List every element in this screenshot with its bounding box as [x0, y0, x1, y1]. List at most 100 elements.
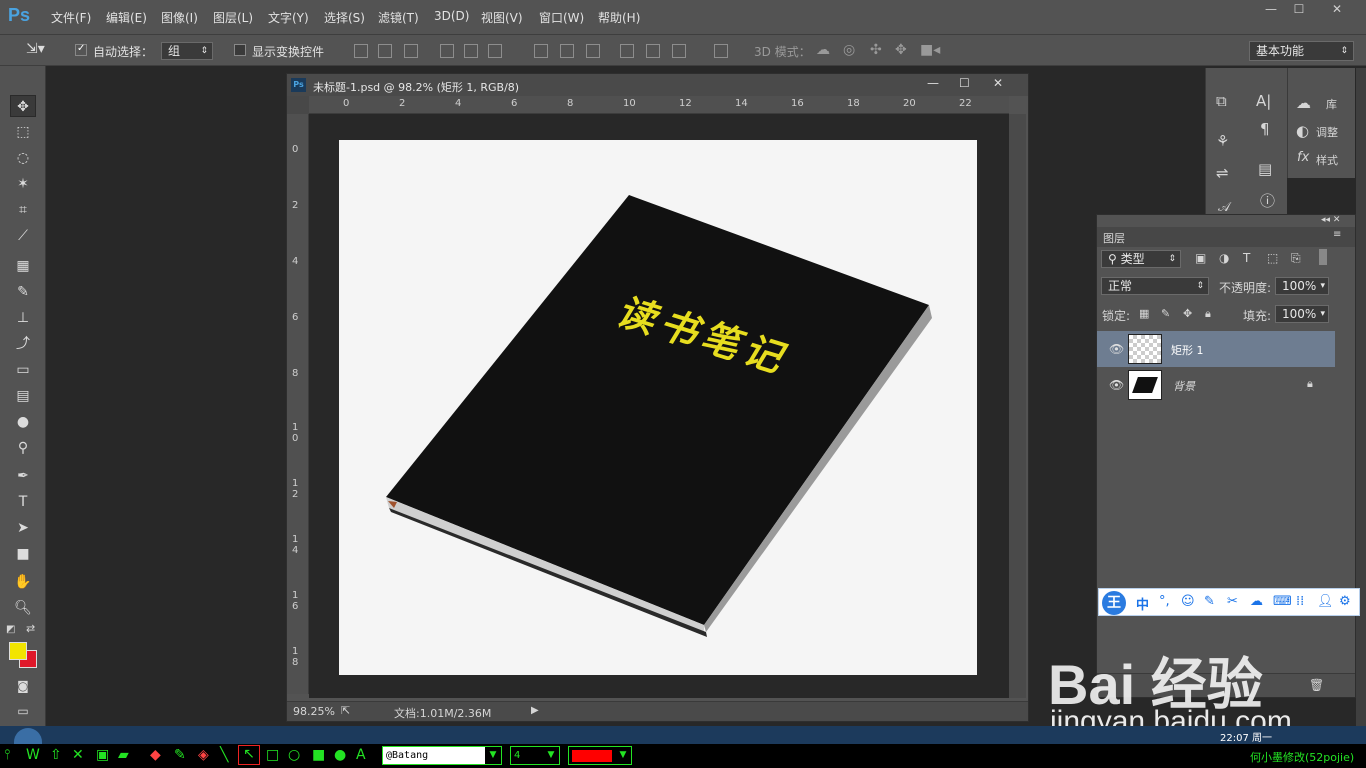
- character-icon[interactable]: A|: [1256, 92, 1271, 110]
- horizontal-ruler[interactable]: 0 2 4 6 8 10 12 14 16 18 20 22: [309, 96, 1009, 114]
- draw-word-icon[interactable]: W: [26, 747, 40, 763]
- glyphs-icon[interactable]: 𝒜: [1218, 200, 1230, 215]
- move-tool-preset-icon[interactable]: ⇲▾: [26, 41, 45, 57]
- doc-close-button[interactable]: ✕: [993, 76, 1003, 90]
- adjustments-label[interactable]: 调整: [1316, 124, 1338, 140]
- crop-tool-icon[interactable]: ⌗: [10, 199, 36, 221]
- doc-maximize-button[interactable]: ☐: [959, 76, 970, 90]
- ime-apps-icon[interactable]: ⁞⁞: [1296, 594, 1304, 609]
- ime-logo[interactable]: 王: [1102, 591, 1126, 615]
- distribute-bottom-icon[interactable]: [586, 44, 600, 58]
- menu-3d[interactable]: 3D(D): [434, 9, 469, 23]
- foreground-color-swatch[interactable]: [9, 642, 27, 660]
- draw-text-icon[interactable]: A: [356, 747, 366, 763]
- 3d-rotate-icon[interactable]: ☁: [816, 42, 830, 58]
- ime-cloud-icon[interactable]: ☁: [1250, 594, 1263, 609]
- history-brush-tool-icon[interactable]: ⤴: [10, 333, 36, 355]
- layer-comps-icon[interactable]: ▤: [1258, 160, 1272, 178]
- filter-toggle[interactable]: [1319, 249, 1327, 265]
- styles-icon[interactable]: fx: [1297, 150, 1309, 165]
- align-vcenter-icon[interactable]: [378, 44, 392, 58]
- distribute-right-icon[interactable]: [672, 44, 686, 58]
- filter-type-icon[interactable]: T: [1243, 251, 1250, 265]
- move-tool-icon[interactable]: ✥: [10, 95, 36, 117]
- ime-handwrite-icon[interactable]: ✎: [1204, 594, 1215, 609]
- ruler-corner[interactable]: [287, 96, 309, 114]
- hand-tool-icon[interactable]: ✋: [10, 571, 36, 593]
- draw-filled-rect-icon[interactable]: ■: [312, 747, 325, 763]
- app-minimize-button[interactable]: —: [1258, 2, 1284, 20]
- library-label[interactable]: 库: [1326, 96, 1337, 112]
- pen-tool-icon[interactable]: ✒: [10, 465, 36, 487]
- default-colors-icon[interactable]: ◩: [6, 624, 15, 635]
- tool-presets-icon[interactable]: ⇌: [1216, 164, 1229, 182]
- ime-keyboard-icon[interactable]: ⌨: [1273, 594, 1292, 609]
- menu-filter[interactable]: 滤镜(T): [378, 9, 419, 26]
- auto-align-icon[interactable]: [714, 44, 728, 58]
- delete-layer-icon[interactable]: 🗑︎: [1309, 678, 1324, 692]
- auto-select-dropdown[interactable]: 组 ⇕: [161, 42, 213, 60]
- layer-row[interactable]: 👁︎ 矩形 1: [1097, 331, 1335, 367]
- draw-open-icon[interactable]: ▰: [118, 747, 129, 763]
- draw-filled-ellipse-icon[interactable]: ●: [334, 747, 346, 763]
- zoom-tool-icon[interactable]: 🔍︎: [10, 597, 36, 619]
- styles-label[interactable]: 样式: [1316, 152, 1338, 168]
- draw-save-icon[interactable]: ▣: [96, 747, 109, 763]
- 3d-slide-icon[interactable]: ✥: [895, 42, 907, 58]
- visibility-eye-icon[interactable]: 👁︎: [1109, 342, 1125, 356]
- status-menu-arrow-icon[interactable]: ▶: [531, 705, 539, 716]
- draw-color-select[interactable]: ▼: [568, 746, 632, 765]
- brush-tool-icon[interactable]: ✎: [10, 281, 36, 303]
- distribute-vcenter-icon[interactable]: [560, 44, 574, 58]
- swap-colors-icon[interactable]: ⇄: [26, 622, 35, 635]
- ime-user-icon[interactable]: 👤︎: [1317, 594, 1334, 609]
- align-bottom-icon[interactable]: [404, 44, 418, 58]
- draw-ellipse-icon[interactable]: ○: [288, 747, 300, 763]
- menu-image[interactable]: 图像(I): [161, 9, 198, 26]
- paragraph-icon[interactable]: ¶: [1260, 120, 1270, 138]
- ime-emoji-icon[interactable]: ☺: [1181, 594, 1195, 609]
- visibility-eye-icon[interactable]: 👁︎: [1109, 378, 1125, 392]
- menu-window[interactable]: 窗口(W): [539, 9, 584, 26]
- distribute-top-icon[interactable]: [534, 44, 548, 58]
- menu-layer[interactable]: 图层(L): [213, 9, 253, 26]
- draw-pen-icon[interactable]: ✎: [174, 747, 186, 763]
- app-maximize-button[interactable]: ☐: [1286, 2, 1312, 20]
- 3d-roll-icon[interactable]: ◎: [843, 42, 855, 58]
- layer-name[interactable]: 矩形 1: [1171, 342, 1204, 358]
- panel-menu-icon[interactable]: ≡: [1333, 229, 1341, 240]
- auto-select-checkbox[interactable]: ✓: [75, 43, 87, 56]
- filter-pixel-icon[interactable]: ▣: [1195, 251, 1206, 265]
- layer-name[interactable]: 背景: [1173, 378, 1195, 394]
- draw-fill-icon[interactable]: ◈: [198, 747, 209, 763]
- menu-view[interactable]: 视图(V): [481, 9, 523, 26]
- marquee-tool-icon[interactable]: ⬚: [10, 121, 36, 143]
- fill-input[interactable]: 100% ▾: [1275, 305, 1329, 323]
- ime-scissors-icon[interactable]: ✂: [1227, 594, 1238, 609]
- 3d-scale-icon[interactable]: ■◂: [920, 42, 940, 58]
- align-top-icon[interactable]: [354, 44, 368, 58]
- draw-up-icon[interactable]: ⇧: [50, 747, 62, 763]
- layer-row[interactable]: 👁︎ 背景 🔒︎: [1097, 367, 1335, 403]
- distribute-left-icon[interactable]: [620, 44, 634, 58]
- doc-minimize-button[interactable]: —: [927, 76, 939, 90]
- history-icon[interactable]: ⧉: [1216, 92, 1227, 110]
- canvas[interactable]: 读书笔记: [339, 140, 977, 675]
- align-hcenter-icon[interactable]: [464, 44, 478, 58]
- draw-rect-icon[interactable]: □: [266, 747, 279, 763]
- screen-mode-icon[interactable]: ▭: [10, 700, 36, 722]
- vertical-ruler[interactable]: 0 2 4 6 8 10 12 14 16 18: [287, 114, 309, 694]
- lock-all-icon[interactable]: 🔒︎: [1205, 307, 1211, 321]
- ime-settings-icon[interactable]: ⚙: [1339, 594, 1351, 609]
- doc-vertical-scrollbar[interactable]: [1009, 114, 1026, 698]
- ime-lang-toggle[interactable]: 中: [1136, 594, 1149, 613]
- library-icon[interactable]: ☁: [1296, 94, 1311, 112]
- collapse-panel-icon[interactable]: ◂◂ ✕: [1321, 215, 1340, 225]
- app-close-button[interactable]: ✕: [1324, 2, 1350, 20]
- share-icon[interactable]: ⇱: [341, 704, 350, 717]
- magic-wand-tool-icon[interactable]: ✶: [10, 173, 36, 195]
- lasso-tool-icon[interactable]: ◌: [10, 147, 36, 169]
- align-right-icon[interactable]: [488, 44, 502, 58]
- menu-file[interactable]: 文件(F): [51, 9, 91, 26]
- menu-help[interactable]: 帮助(H): [598, 9, 640, 26]
